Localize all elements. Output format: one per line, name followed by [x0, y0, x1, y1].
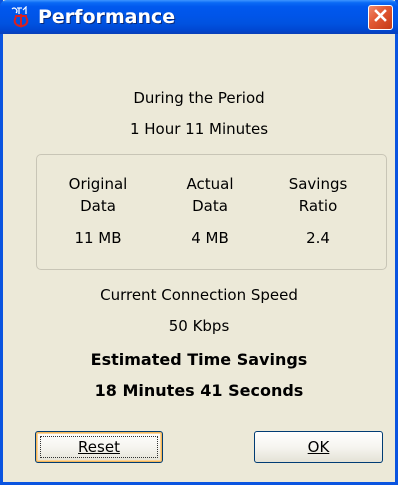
savings-label: Estimated Time Savings: [90, 350, 308, 369]
stat-ratio-label-line1: Savings: [288, 175, 348, 193]
data-stats-group: Original Data 11 MB Actual Data 4 MB Sav…: [36, 154, 387, 270]
stat-actual-label-line1: Actual: [186, 175, 234, 193]
stat-actual-value: 4 MB: [191, 229, 229, 247]
close-icon: [373, 8, 388, 27]
stat-original-label-line1: Original: [68, 175, 128, 193]
title-bar[interactable]: Performance: [0, 0, 398, 34]
performance-dialog: Performance During the Period 1 Hour 11 …: [0, 0, 398, 485]
stat-actual-label-line2: Data: [192, 197, 228, 215]
reset-button-label: Reset: [78, 438, 120, 456]
ok-button[interactable]: OK: [254, 431, 383, 463]
ok-button-label: OK: [307, 438, 330, 456]
stat-ratio-value: 2.4: [306, 229, 330, 247]
window-title: Performance: [38, 6, 176, 28]
stat-ratio-label-line2: Ratio: [298, 197, 338, 215]
connection-label: Current Connection Speed: [100, 286, 298, 304]
connection-speed: 50 Kbps: [168, 317, 230, 335]
close-button[interactable]: [368, 5, 393, 30]
stat-original-label-line2: Data: [80, 197, 116, 215]
app-logo-icon: [9, 5, 33, 28]
stat-original: Original Data 11 MB: [63, 173, 133, 249]
period-duration: 1 Hour 11 Minutes: [129, 120, 269, 138]
dialog-body: During the Period 1 Hour 11 Minutes Orig…: [3, 34, 395, 482]
period-label: During the Period: [133, 89, 265, 107]
reset-button[interactable]: Reset: [35, 431, 163, 463]
savings-value: 18 Minutes 41 Seconds: [94, 381, 304, 400]
stat-actual: Actual Data 4 MB: [175, 173, 245, 249]
stat-ratio: Savings Ratio 2.4: [278, 173, 358, 249]
stat-original-value: 11 MB: [74, 229, 122, 247]
